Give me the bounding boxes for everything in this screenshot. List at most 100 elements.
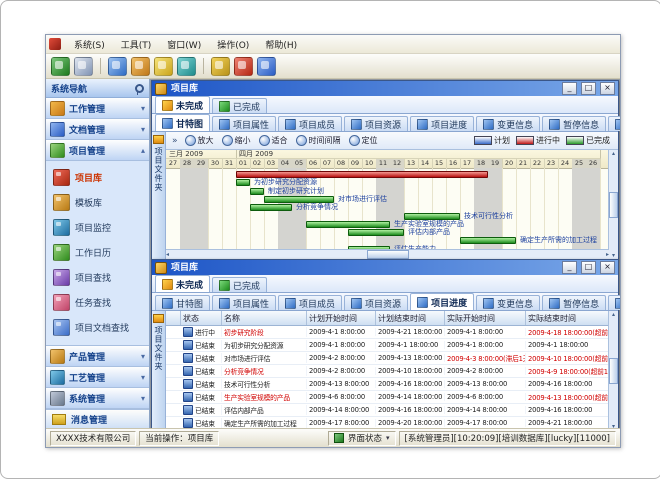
column-header[interactable]: 实际结束时间 bbox=[526, 311, 609, 325]
locate-button[interactable]: 定位 bbox=[346, 134, 381, 147]
menu-operate[interactable]: 操作(O) bbox=[209, 37, 257, 52]
menu-help[interactable]: 帮助(H) bbox=[257, 37, 305, 52]
exit-icon[interactable] bbox=[234, 57, 253, 76]
column-header[interactable]: 计划结束时间 bbox=[376, 311, 445, 325]
sidebar-group-process[interactable]: 工艺管理▾ bbox=[46, 367, 149, 388]
tab-members[interactable]: 项目成员 bbox=[278, 116, 342, 131]
status-ui-state[interactable]: 界面状态 ▾ bbox=[328, 431, 396, 446]
sidebar-item-work-calendar[interactable]: 工作日历 bbox=[46, 241, 149, 263]
overflow-chevron-icon[interactable]: » bbox=[170, 136, 180, 146]
tab-budget[interactable]: 项目预算 bbox=[608, 116, 620, 131]
modules-icon[interactable] bbox=[131, 57, 150, 76]
table-row[interactable]: 已结束为初步研究分配资源2009-4-1 8:00:002009-4-1 18:… bbox=[166, 339, 609, 352]
sidebar-group-project[interactable]: 项目管理▴ bbox=[46, 140, 149, 161]
tab-finished[interactable]: 已完成 bbox=[212, 98, 267, 113]
scroll-right-icon[interactable]: ▸ bbox=[606, 251, 609, 258]
menu-system[interactable]: 系统(S) bbox=[66, 37, 113, 52]
monitor-icon[interactable] bbox=[177, 57, 196, 76]
scrollbar-thumb[interactable] bbox=[609, 358, 618, 384]
column-header[interactable] bbox=[166, 311, 181, 325]
tab-change-info[interactable]: 变更信息 bbox=[476, 116, 540, 131]
interval-button[interactable]: 时间间隔 bbox=[293, 134, 344, 147]
gantt-bar-done[interactable] bbox=[404, 213, 460, 220]
gantt-bar-done[interactable] bbox=[348, 229, 404, 236]
pin-icon[interactable] bbox=[135, 84, 144, 93]
table-row[interactable]: 已结束技术可行性分析2009-4-13 8:00:002009-4-16 18:… bbox=[166, 378, 609, 391]
table-row[interactable]: 已结束确定生产所需的加工过程2009-4-17 8:00:002009-4-20… bbox=[166, 417, 609, 428]
gantt-bar-done[interactable] bbox=[250, 188, 264, 195]
minimize-button[interactable]: _ bbox=[562, 261, 577, 274]
table-vertical-scrollbar[interactable]: ▴ ▾ bbox=[608, 311, 618, 428]
scroll-left-icon[interactable]: ◂ bbox=[166, 251, 169, 258]
tab-change-info[interactable]: 变更信息 bbox=[476, 295, 540, 310]
menu-tools[interactable]: 工具(T) bbox=[113, 37, 160, 52]
gantt-bar-done[interactable] bbox=[460, 237, 516, 244]
gantt-bar-progress[interactable] bbox=[236, 171, 488, 178]
table-row[interactable]: 进行中初步研究阶段2009-4-1 8:00:002009-4-21 18:00… bbox=[166, 326, 609, 339]
tab-progress[interactable]: 项目进度 bbox=[410, 116, 474, 131]
tab-members[interactable]: 项目成员 bbox=[278, 295, 342, 310]
column-header[interactable]: 实际开始时间 bbox=[445, 311, 526, 325]
cascade-windows-icon[interactable] bbox=[108, 57, 127, 76]
zoom-out-button[interactable]: 缩小 bbox=[219, 134, 254, 147]
table-row[interactable]: 已结束评估内部产品2009-4-14 8:00:002009-4-16 18:0… bbox=[166, 404, 609, 417]
tab-pause-info[interactable]: 暂停信息 bbox=[542, 116, 606, 131]
scroll-down-icon[interactable]: ▾ bbox=[612, 252, 615, 259]
scroll-up-icon[interactable]: ▴ bbox=[612, 150, 615, 157]
column-header[interactable]: 计划开始时间 bbox=[307, 311, 376, 325]
sidebar-item-project-monitor[interactable]: 项目监控 bbox=[46, 216, 149, 238]
sidebar-item-template-library[interactable]: 模板库 bbox=[46, 191, 149, 213]
maximize-button[interactable]: □ bbox=[581, 82, 596, 95]
sidebar-item-project-doc-search[interactable]: 项目文档查找 bbox=[46, 316, 149, 338]
tab-resources[interactable]: 项目资源 bbox=[344, 295, 408, 310]
project-folders-tab[interactable]: 项目文件夹 bbox=[152, 311, 166, 428]
project-folders-tab[interactable]: 项目文件夹 bbox=[152, 132, 166, 259]
tab-properties[interactable]: 项目属性 bbox=[212, 295, 276, 310]
gantt-horizontal-scrollbar[interactable]: ◂ ▸ bbox=[166, 249, 609, 259]
scroll-down-icon[interactable]: ▾ bbox=[612, 423, 615, 428]
home-icon[interactable] bbox=[51, 57, 70, 76]
table-row[interactable]: 已结束生产实验室规模的产品2009-4-6 8:00:002009-4-14 1… bbox=[166, 391, 609, 404]
tab-unfinished[interactable]: 未完成 bbox=[155, 96, 210, 113]
window-title-bar[interactable]: 项目库 _ □ × bbox=[152, 81, 618, 96]
zoom-in-button[interactable]: 放大 bbox=[182, 134, 217, 147]
maximize-button[interactable]: □ bbox=[581, 261, 596, 274]
gantt-bar-done[interactable] bbox=[264, 196, 334, 203]
sidebar-item-project-library[interactable]: 项目库 bbox=[46, 166, 149, 188]
column-header[interactable]: 状态 bbox=[181, 311, 222, 325]
tab-pause-info[interactable]: 暂停信息 bbox=[542, 295, 606, 310]
menu-window[interactable]: 窗口(W) bbox=[159, 37, 209, 52]
sidebar-tab-message-mgmt[interactable]: 消息管理 bbox=[46, 409, 149, 428]
close-button[interactable]: × bbox=[600, 261, 615, 274]
scroll-up-icon[interactable]: ▴ bbox=[612, 311, 615, 318]
tab-progress[interactable]: 项目进度 bbox=[410, 293, 474, 310]
close-button[interactable]: × bbox=[600, 82, 615, 95]
sidebar-group-product[interactable]: 产品管理▾ bbox=[46, 346, 149, 367]
print-icon[interactable] bbox=[74, 57, 93, 76]
tab-budget[interactable]: 项目预算 bbox=[608, 295, 620, 310]
sidebar-item-task-search[interactable]: 任务查找 bbox=[46, 291, 149, 313]
sidebar-group-sysmgmt[interactable]: 系统管理▾ bbox=[46, 388, 149, 409]
tab-resources[interactable]: 项目资源 bbox=[344, 116, 408, 131]
fit-button[interactable]: 适合 bbox=[256, 134, 291, 147]
minimize-button[interactable]: _ bbox=[562, 82, 577, 95]
sidebar-group-doc[interactable]: 文档管理▾ bbox=[46, 119, 149, 140]
tab-gantt[interactable]: 甘特图 bbox=[155, 295, 210, 310]
gantt-vertical-scrollbar[interactable]: ▴ ▾ bbox=[608, 150, 618, 259]
table-row[interactable]: 已结束对市场进行评估2009-4-2 8:00:002009-4-13 18:0… bbox=[166, 352, 609, 365]
gantt-bar-done[interactable] bbox=[250, 204, 292, 211]
sidebar-item-project-search[interactable]: 项目查找 bbox=[46, 266, 149, 288]
scrollbar-thumb[interactable] bbox=[367, 250, 409, 259]
help-icon[interactable] bbox=[257, 57, 276, 76]
gantt-bar-done[interactable] bbox=[306, 221, 390, 228]
gantt-bar-done[interactable] bbox=[236, 179, 250, 186]
tab-properties[interactable]: 项目属性 bbox=[212, 116, 276, 131]
lock-icon[interactable] bbox=[211, 57, 230, 76]
tab-finished[interactable]: 已完成 bbox=[212, 277, 267, 292]
scrollbar-thumb[interactable] bbox=[609, 192, 618, 218]
window-title-bar[interactable]: 项目库 _ □ × bbox=[152, 260, 618, 275]
table-row[interactable]: 已结束分析竞争情况2009-4-2 8:00:002009-4-10 18:00… bbox=[166, 365, 609, 378]
message-icon[interactable] bbox=[154, 57, 173, 76]
sidebar-group-work[interactable]: 工作管理▾ bbox=[46, 98, 149, 119]
column-header[interactable]: 名称 bbox=[222, 311, 307, 325]
